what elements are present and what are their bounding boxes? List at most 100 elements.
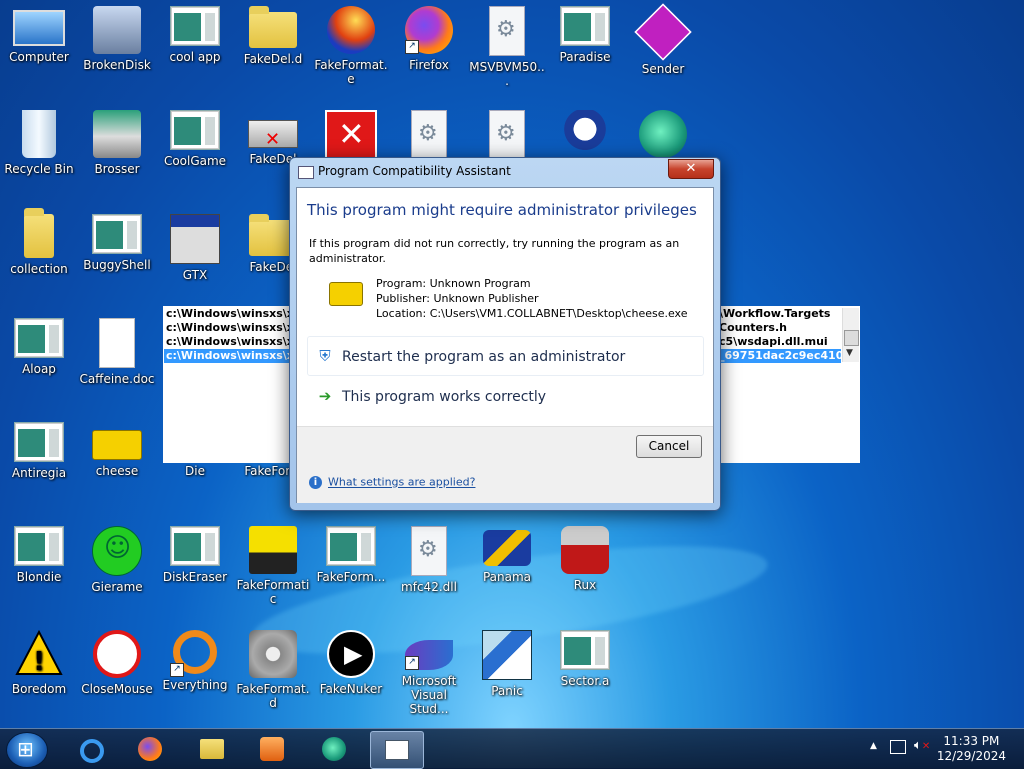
option-label: This program works correctly: [342, 389, 547, 405]
visual-studio-icon: ↗: [405, 640, 453, 670]
desktop-icon-everything[interactable]: ↗ Everything: [157, 624, 233, 724]
gear-doc-icon: [489, 6, 525, 56]
taskbar-firefox[interactable]: [124, 731, 176, 767]
list-item-selected[interactable]: c:\Windows\winsxs\x8: [164, 349, 302, 363]
dialog-body: This program might require administrator…: [296, 187, 714, 503]
close-button[interactable]: ✕: [668, 159, 714, 179]
list-scrollbar[interactable]: ▼: [842, 308, 859, 362]
svg-text:!: !: [33, 647, 45, 677]
help-icon: i: [309, 475, 322, 489]
desktop-icon-buggyshell[interactable]: BuggyShell: [79, 208, 155, 308]
taskbar-media-player[interactable]: [246, 731, 298, 767]
desktop-icon-mfc42[interactable]: mfc42.dll: [391, 520, 467, 620]
app-icon: [322, 737, 346, 761]
brokendisk-icon: [93, 6, 141, 54]
folder-icon: [24, 208, 54, 258]
clock-date: 12/29/2024: [936, 749, 1006, 763]
cheese-icon: [92, 430, 142, 460]
document-icon: [99, 318, 135, 368]
desktop-icon-brosser[interactable]: Brosser: [79, 104, 155, 204]
desktop-icon-brokendisk[interactable]: BrokenDisk: [79, 0, 155, 100]
desktop-icon-boredom[interactable]: ! Boredom: [1, 624, 77, 724]
desktop-icon-cheese[interactable]: cheese: [79, 416, 155, 516]
cancel-button[interactable]: Cancel: [636, 435, 702, 458]
desktop-icon-blondie[interactable]: Blondie: [1, 520, 77, 620]
program-location: Location: C:\Users\VM1.COLLABNET\Desktop…: [376, 307, 688, 320]
desktop-icon-collection[interactable]: collection: [1, 208, 77, 308]
warning-icon: !: [15, 629, 63, 678]
taskbar-app[interactable]: [308, 731, 360, 767]
sender-icon: [634, 3, 692, 61]
desktop-icon-computer[interactable]: Computer: [1, 0, 77, 100]
help-link[interactable]: What settings are applied?: [328, 476, 475, 489]
list-item[interactable]: c:\Windows\winsxs\x8: [166, 321, 302, 335]
desktop-icon-rux[interactable]: Rux: [547, 520, 623, 620]
desktop-icon-fakeform-2[interactable]: FakeForm...: [313, 520, 389, 620]
desktop-icon-cool-app[interactable]: cool app: [157, 0, 233, 100]
desktop-icon-fakeformat-d[interactable]: FakeFormat.d: [235, 624, 311, 724]
taskbar-active-window[interactable]: [370, 731, 424, 769]
app-window-icon: [298, 166, 314, 179]
desktop-icon-sector-a[interactable]: Sector.a: [547, 624, 623, 724]
list-item-selected[interactable]: _69751dac2c9ec410\Xa: [719, 349, 841, 363]
desktop-icon-diskeraser[interactable]: DiskEraser: [157, 520, 233, 620]
program-info: Program: Unknown Program Publisher: Unkn…: [376, 276, 688, 321]
action-center-icon[interactable]: [890, 740, 906, 754]
desktop-icon-die[interactable]: Die: [157, 416, 233, 516]
scroll-thumb[interactable]: [844, 330, 859, 346]
dialog-description: If this program did not run correctly, t…: [309, 237, 680, 265]
desktop-icon-antiregia[interactable]: Antiregia: [1, 416, 77, 516]
gear-doc-icon: [489, 110, 525, 160]
system-tray: ▲ 🔈︎✕ 11:33 PM 12/29/2024: [864, 729, 1024, 769]
desktop-icon-fakedel-d[interactable]: FakeDel.d: [235, 0, 311, 100]
desktop-icon-closemouse[interactable]: CloseMouse: [79, 624, 155, 724]
list-item[interactable]: c:\Windows\winsxs\x8: [166, 335, 302, 349]
show-hidden-icons-icon[interactable]: ▲: [870, 741, 877, 751]
window-icon: [170, 110, 220, 150]
shortcut-arrow-icon: ↗: [405, 656, 419, 670]
recycle-bin-icon: [22, 110, 56, 158]
clock[interactable]: 11:33 PM 12/29/2024: [937, 734, 1006, 764]
desktop-icon-paradise[interactable]: Paradise: [547, 0, 623, 100]
desktop-icon-sender[interactable]: Sender: [625, 0, 701, 100]
desktop-icon-firefox[interactable]: ↗ Firefox: [391, 0, 467, 100]
torch-icon: [327, 6, 375, 54]
firefox-icon: [138, 737, 162, 761]
scroll-down-icon[interactable]: ▼: [846, 348, 853, 358]
desktop-icon-recycle-bin[interactable]: Recycle Bin: [1, 104, 77, 204]
desktop-icon-gierame[interactable]: ☺ Gierame: [79, 520, 155, 620]
taskbar-file-explorer[interactable]: [186, 731, 238, 767]
desktop-icon-fakenuker[interactable]: ▶ FakeNuker: [313, 624, 389, 724]
list-item[interactable]: c:\Windows\winsxs\x8: [166, 307, 302, 321]
program-publisher: Publisher: Unknown Publisher: [376, 292, 539, 305]
desktop-icon-aloap[interactable]: Aloap: [1, 312, 77, 412]
restart-as-admin-option[interactable]: ⛨ Restart the program as an administrator: [307, 336, 704, 376]
no-arp-icon: [93, 630, 141, 678]
desktop-icon-caffeine-doc[interactable]: Caffeine.doc: [79, 312, 155, 412]
window-icon: [92, 214, 142, 254]
list-item[interactable]: c5\wsdapi.dll.mui: [719, 335, 828, 349]
desktop-icon-panama[interactable]: Panama: [469, 520, 545, 620]
duck-icon: [561, 110, 609, 158]
program-name: Program: Unknown Program: [376, 277, 531, 290]
fakeformatic-icon: [249, 526, 297, 574]
desktop-icon-fakeformatic[interactable]: FakeFormatic: [235, 520, 311, 620]
dialog-title: Program Compatibility Assistant: [318, 164, 511, 178]
start-button[interactable]: [6, 732, 48, 768]
list-item[interactable]: Counters.h: [719, 321, 787, 335]
volume-muted-icon[interactable]: 🔈︎✕: [914, 738, 930, 753]
list-item[interactable]: \Workflow.Targets: [719, 307, 830, 321]
desktop-icon-gtx[interactable]: GTX: [157, 208, 233, 308]
desktop-icon-panic[interactable]: Panic: [469, 624, 545, 724]
window-icon: [170, 6, 220, 46]
desktop-icon-visual-studio[interactable]: ↗ Microsoft Visual Stud...: [391, 624, 467, 724]
dialog-footer: Cancel i What settings are applied?: [297, 426, 713, 503]
taskbar-internet-explorer[interactable]: [64, 731, 116, 767]
desktop-icon-coolgame[interactable]: CoolGame: [157, 104, 233, 204]
program-works-option[interactable]: ➔ This program works correctly: [307, 376, 704, 416]
brosser-icon: [93, 110, 141, 158]
desktop-icon-fakeformat-e[interactable]: FakeFormat.e: [313, 0, 389, 100]
active-window-icon: [385, 740, 409, 760]
desktop-icon-msvbvm50[interactable]: MSVBVM50...: [469, 0, 545, 100]
taskbar: ▲ 🔈︎✕ 11:33 PM 12/29/2024: [0, 728, 1024, 769]
